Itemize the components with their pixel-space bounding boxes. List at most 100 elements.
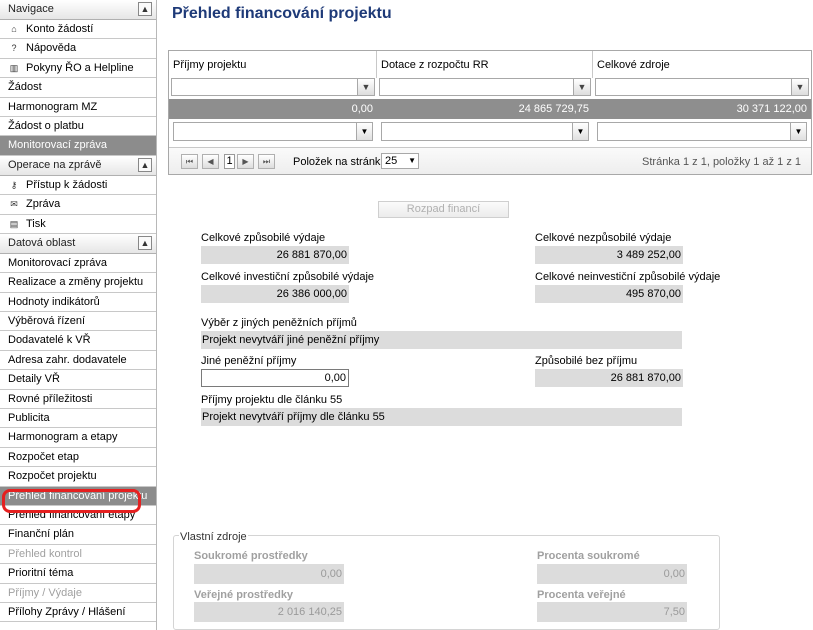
funnel-icon[interactable]: ▼ (358, 78, 375, 96)
sidebar-item-label: Rozpočet projektu (8, 470, 97, 483)
verejne-value: 2 016 140,25 (194, 602, 344, 622)
column-header-prijmy[interactable]: Příjmy projektu (169, 51, 377, 78)
sidebar-item-zadost[interactable]: Žádost (0, 78, 156, 98)
sidebar-item-label: Přehled financování etapy (8, 508, 136, 521)
chevron-down-icon[interactable]: ▼ (791, 122, 807, 141)
sidebar-item-rozpocet-etap[interactable]: Rozpočet etap (0, 448, 156, 468)
sidebar-item-label: Přehled financování projektu (8, 489, 148, 502)
sidebar-item-napoveda[interactable]: ? Nápověda (0, 39, 156, 59)
collapse-icon[interactable]: ▲ (138, 235, 152, 250)
sidebar-item-pristup-k-zadosti[interactable]: ⚷ Přístup k žádosti (0, 176, 156, 196)
vyber-prijmu-value: Projekt nevytváří jiné peněžní příjmy (201, 331, 682, 349)
clanek55-label: Příjmy projektu dle článku 55 (201, 394, 343, 406)
funnel-icon[interactable]: ▼ (792, 78, 809, 96)
celkove-zpusobile-label: Celkové způsobilé výdaje (201, 232, 326, 244)
sidebar-item-prehled-financovani-etapy[interactable]: Přehled financování etapy (0, 506, 156, 526)
sidebar-item-vyberova-rizeni[interactable]: Výběrová řízení (0, 312, 156, 332)
sidebar-item-hodnoty-indikatoru[interactable]: Hodnoty indikátorů (0, 293, 156, 313)
sidebar-item-financni-plan[interactable]: Finanční plán (0, 525, 156, 545)
sidebar-item-publicita[interactable]: Publicita (0, 409, 156, 429)
sidebar-item-prehled-financovani-projektu[interactable]: Přehled financování projektu (0, 486, 156, 506)
sidebar-item-label: Nápověda (26, 42, 77, 55)
grid-total-row[interactable]: 0,00 24 865 729,75 30 371 122,00 (169, 99, 811, 119)
sidebar-item-pokyny-ro-a-helpline[interactable]: ▥ Pokyny ŘO a Helpline (0, 59, 156, 79)
sidebar-item-label: Rovné příležitosti (8, 392, 93, 405)
datova-header[interactable]: Datová oblast ▲ (0, 233, 156, 254)
jine-prijmy-input[interactable]: 0,00 (201, 369, 349, 387)
sidebar-item-label: Tisk (26, 217, 46, 230)
print-icon: ▤ (9, 218, 19, 229)
prev-page-icon[interactable]: ◀ (202, 154, 219, 169)
operace-header[interactable]: Operace na zprávě ▲ (0, 155, 156, 176)
aggregate-select-dotace[interactable] (381, 122, 573, 141)
sidebar-item-monitorovaci-zprava[interactable]: Monitorovací zpráva (0, 254, 156, 274)
last-page-icon[interactable]: ⏭ (258, 154, 275, 169)
sidebar-item-rovne-prilezitosti[interactable]: Rovné příležitosti (0, 390, 156, 410)
sidebar-item-label: Adresa zahr. dodavatele (8, 353, 127, 366)
soukrome-value: 0,00 (194, 564, 344, 584)
procenta-verejne-label: Procenta veřejné (537, 589, 626, 601)
datova-header-label: Datová oblast (8, 236, 76, 249)
page-size-value: 25 (385, 155, 398, 167)
vyber-prijmu-label: Výběr z jiných peněžních příjmů (201, 317, 357, 329)
column-header-dotace[interactable]: Dotace z rozpočtu RR (377, 51, 593, 78)
sidebar-item-konto-zadosti[interactable]: ⌂ Konto žádostí (0, 20, 156, 40)
sidebar-item-zprava[interactable]: ✉ Zpráva (0, 195, 156, 215)
vlastni-zdroje-legend: Vlastní zdroje (179, 531, 248, 543)
sidebar-item-prehled-kontrol: Přehled kontrol (0, 545, 156, 565)
navigace-header[interactable]: Navigace ▲ (0, 0, 156, 20)
total-dotace: 24 865 729,75 (518, 103, 589, 115)
sidebar-item-label: Pokyny ŘO a Helpline (26, 61, 134, 74)
sidebar-item-zadost-o-platbu[interactable]: Žádost o platbu (0, 117, 156, 137)
sidebar-item-detaily-vr[interactable]: Detaily VŘ (0, 370, 156, 390)
sidebar-item-label: Přílohy Zprávy / Hlášení (8, 605, 126, 618)
celkove-nezpusobile-value: 3 489 252,00 (535, 246, 683, 264)
procenta-verejne-value: 7,50 (537, 602, 687, 622)
sidebar-item-label: Prioritní téma (8, 567, 74, 580)
sidebar: Navigace ▲ ⌂ Konto žádostí? Nápověda ▥ Pokyn… (0, 0, 157, 630)
sidebar-item-label: Žádost o platbu (8, 119, 84, 132)
investicni-value: 26 386 000,00 (201, 285, 349, 303)
total-prijmy: 0,00 (351, 103, 373, 115)
column-header-celkove[interactable]: Celkové zdroje (593, 51, 811, 78)
sidebar-item-harmonogram-a-etapy[interactable]: Harmonogram a etapy (0, 428, 156, 448)
procenta-soukrome-label: Procenta soukromé (537, 550, 640, 562)
filter-input-prijmy[interactable] (171, 78, 358, 96)
filter-input-dotace[interactable] (379, 78, 574, 96)
rozpad-financi-button[interactable]: Rozpad financí (378, 201, 509, 218)
aggregate-select-celkove[interactable] (597, 122, 791, 141)
sidebar-item-monitorovaci-zprava[interactable]: Monitorovací zpráva (0, 136, 156, 156)
sidebar-item-label: Monitorovací zpráva (8, 256, 108, 269)
funnel-icon[interactable]: ▼ (574, 78, 591, 96)
financing-grid: Příjmy projektu Dotace z rozpočtu RR Cel… (168, 50, 812, 175)
sidebar-item-harmonogram-mz[interactable]: Harmonogram MZ (0, 98, 156, 117)
chevron-down-icon[interactable]: ▼ (573, 122, 589, 141)
page-size-select[interactable]: 25 ▼ (381, 153, 419, 169)
celkove-zpusobile-value: 26 881 870,00 (201, 246, 349, 264)
sidebar-item-tisk[interactable]: ▤ Tisk (0, 215, 156, 234)
sidebar-item-label: Rozpočet etap (8, 450, 79, 463)
next-page-icon[interactable]: ▶ (237, 154, 254, 169)
collapse-icon[interactable]: ▲ (138, 2, 152, 16)
sidebar-item-label: Výběrová řízení (8, 315, 86, 328)
current-page[interactable]: 1 (224, 154, 235, 169)
sidebar-item-label: Přehled kontrol (8, 547, 82, 560)
pager: ⏮ ◀ 1 ▶ ⏭ Položek na stránku 25 ▼ Stránka… (169, 147, 811, 174)
collapse-icon[interactable]: ▲ (138, 157, 152, 172)
grid-filter-row: ▼ ▼ ▼ (169, 78, 811, 98)
datova-list: Monitorovací zpráva Realizace a změny pro… (0, 254, 156, 623)
filter-input-celkove[interactable] (595, 78, 792, 96)
sidebar-item-prioritni-tema[interactable]: Prioritní téma (0, 564, 156, 584)
sidebar-item-realizace-a-zmeny-projektu[interactable]: Realizace a změny projektu (0, 273, 156, 293)
sidebar-item-dodavatele-k-vr[interactable]: Dodavatelé k VŘ (0, 331, 156, 351)
sidebar-item-label: Zpráva (26, 198, 61, 211)
sidebar-item-label: Monitorovací zpráva (8, 139, 108, 152)
chevron-down-icon[interactable]: ▼ (357, 122, 373, 141)
first-page-icon[interactable]: ⏮ (181, 154, 198, 169)
sidebar-item-label: Detaily VŘ (8, 373, 60, 386)
sidebar-item-rozpocet-projektu[interactable]: Rozpočet projektu (0, 467, 156, 487)
sidebar-item-prilohy-zpravy-hlaseni[interactable]: Přílohy Zprávy / Hlášení (0, 603, 156, 623)
book-icon: ▥ (9, 62, 19, 73)
aggregate-select-prijmy[interactable] (173, 122, 357, 141)
sidebar-item-adresa-zahr-dodavatele[interactable]: Adresa zahr. dodavatele (0, 351, 156, 371)
